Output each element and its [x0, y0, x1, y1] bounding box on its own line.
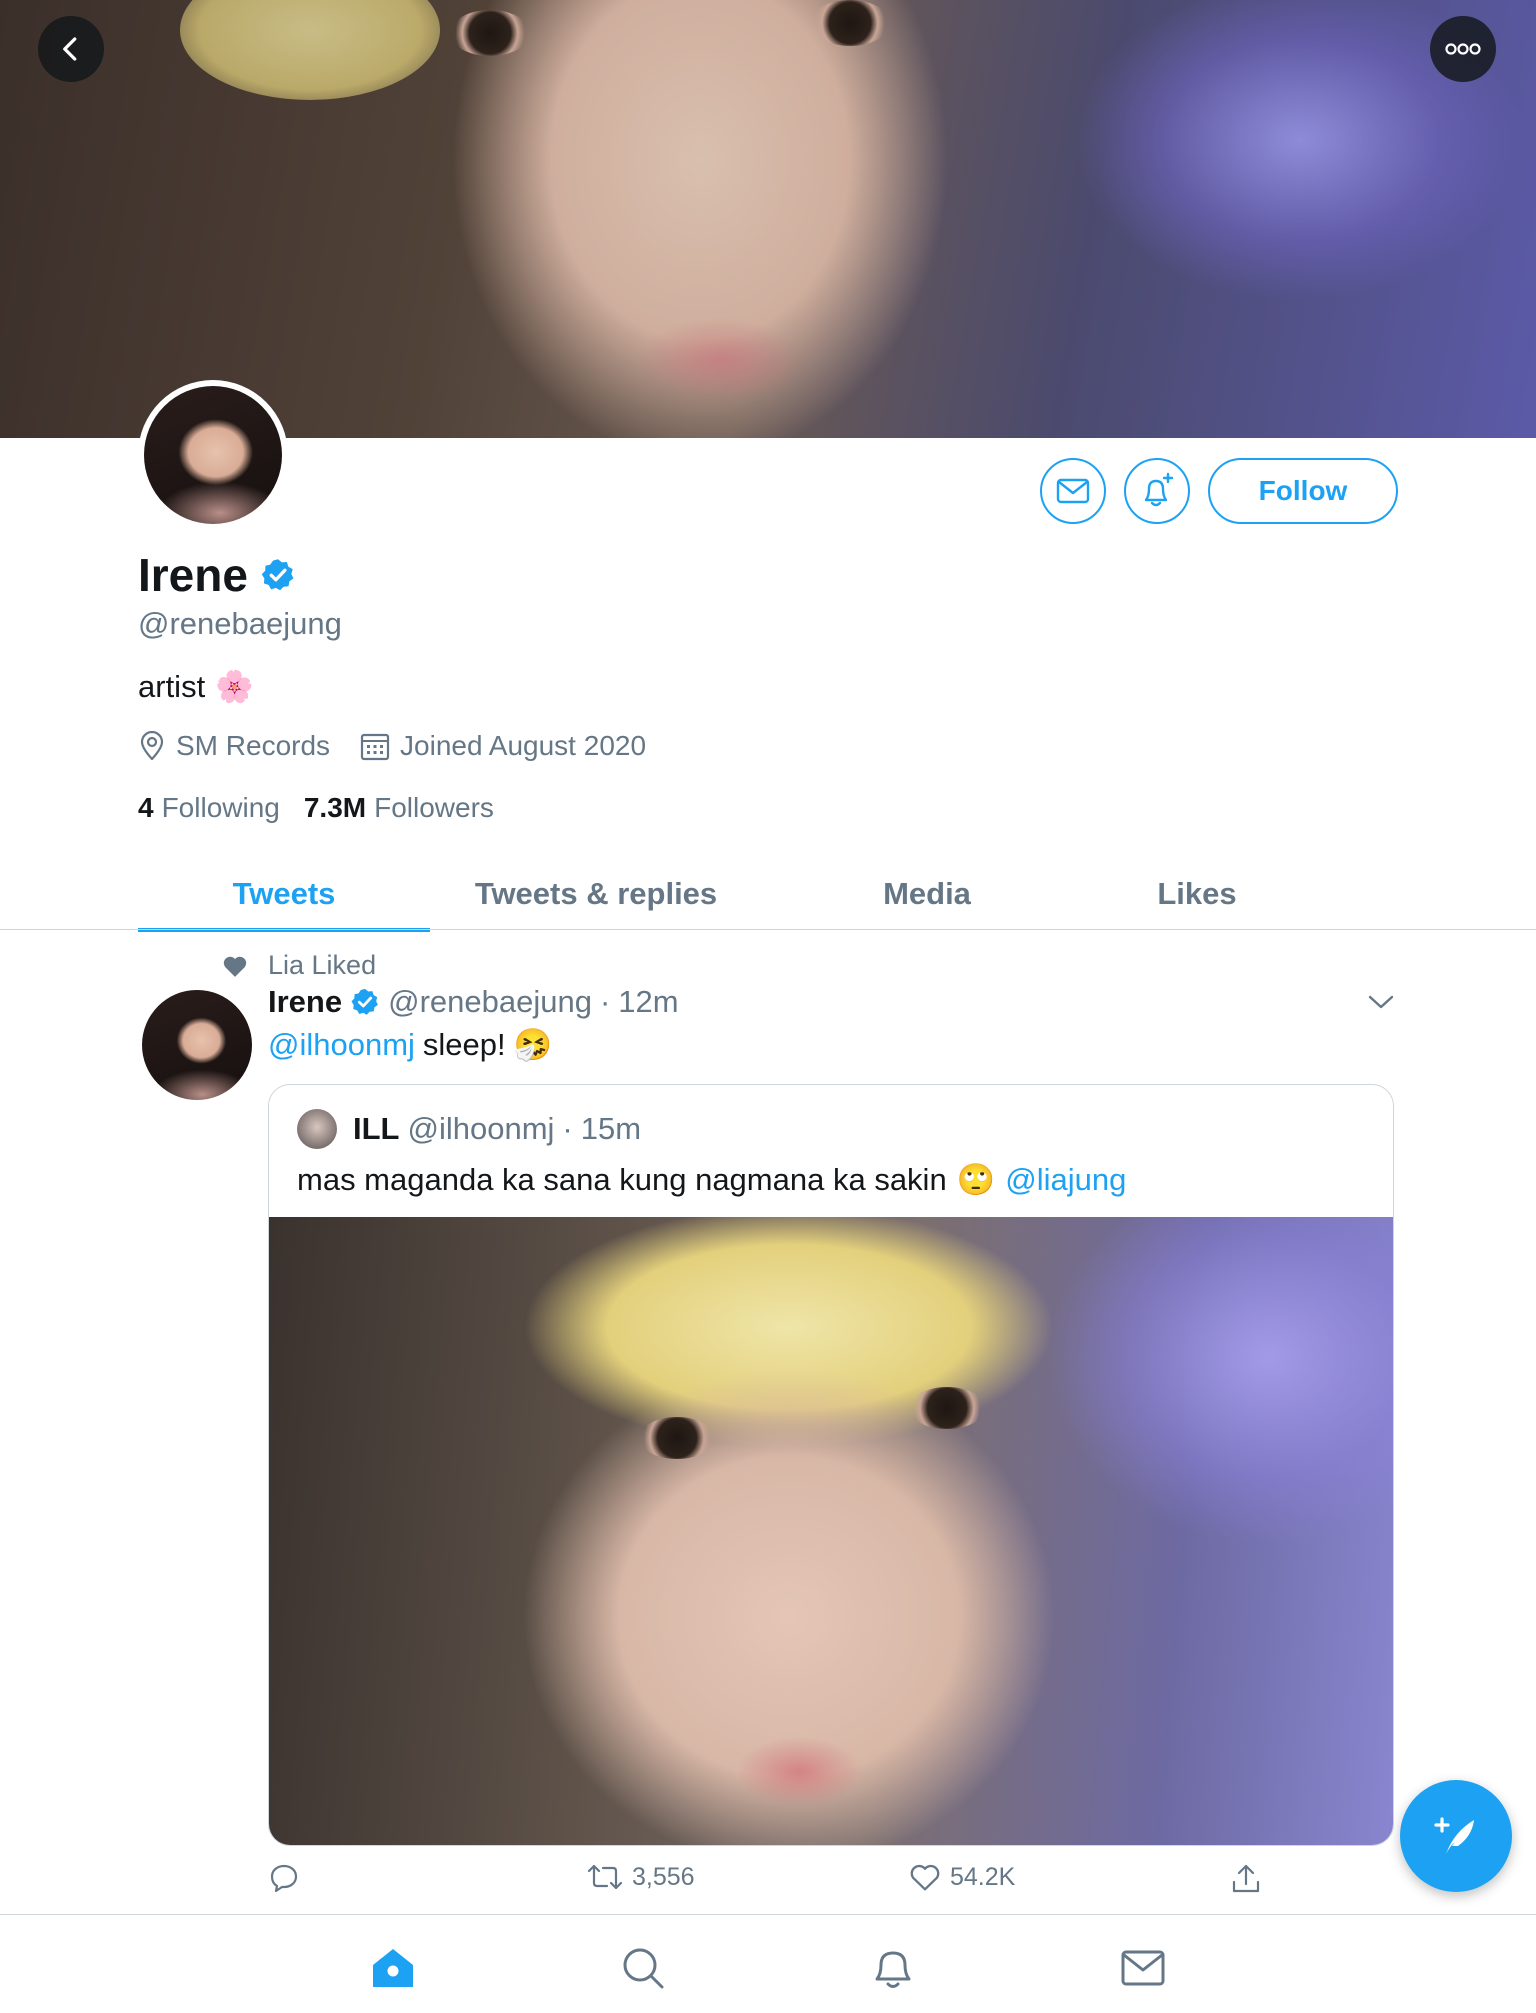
retweet-button[interactable]: 3,556: [586, 1862, 695, 1892]
more-horizontal-icon: [1445, 43, 1481, 55]
profile-joined: Joined August 2020: [360, 730, 646, 762]
tweet-menu-button[interactable]: [1366, 992, 1396, 1017]
tab-tweets-replies[interactable]: Tweets & replies: [430, 858, 762, 930]
quoted-body: mas maganda ka sana kung nagmana ka saki…: [297, 1161, 947, 1197]
sneezing-emoji: 🤧: [513, 1027, 553, 1062]
bio-text: artist: [138, 668, 206, 704]
profile-avatar[interactable]: [138, 380, 288, 530]
back-button[interactable]: [38, 16, 104, 82]
quoted-tweet-text: mas maganda ka sana kung nagmana ka saki…: [297, 1161, 1126, 1198]
profile-banner[interactable]: [0, 0, 1536, 438]
profile-name: Irene: [138, 549, 248, 601]
message-button[interactable]: [1040, 458, 1106, 524]
share-button[interactable]: [1230, 1862, 1262, 1896]
tweet-body: sleep!: [422, 1026, 506, 1062]
chevron-left-icon: [63, 37, 77, 61]
bell-plus-icon: [1144, 472, 1174, 507]
heart-icon: [910, 1864, 940, 1891]
tweet-author-handle: @renebaejung: [388, 984, 592, 1019]
quoted-author-name: ILL: [353, 1111, 400, 1146]
bottom-navigation: [0, 1914, 1536, 2013]
quoted-author-handle: @ilhoonmj: [407, 1111, 555, 1146]
banner-eye-right: [810, 0, 890, 46]
banner-hat-shape: [180, 0, 440, 100]
chevron-down-icon: [1368, 995, 1394, 1009]
quoted-tweet[interactable]: ILL @ilhoonmj · 15m mas maganda ka sana …: [268, 1084, 1394, 1846]
profile-bio: artist 🌸: [138, 668, 254, 705]
tweet-time: 12m: [618, 984, 679, 1019]
tweet-header: Irene @renebaejung · 12m: [268, 984, 679, 1020]
followers-link[interactable]: 7.3M Followers: [304, 792, 494, 824]
like-button[interactable]: 54.2K: [908, 1862, 1015, 1892]
tab-media[interactable]: Media: [762, 858, 1092, 930]
verified-badge-icon: [351, 988, 378, 1015]
social-context: Lia Liked: [222, 950, 376, 981]
compose-feather-icon: [1434, 1817, 1474, 1854]
quoted-mention[interactable]: @liajung: [1005, 1162, 1126, 1198]
verified-badge-icon: [261, 559, 294, 591]
quoted-separator: ·: [562, 1111, 573, 1146]
quoted-time: 15m: [580, 1111, 642, 1146]
profile-location: SM Records: [138, 730, 330, 762]
compose-tweet-button[interactable]: [1400, 1780, 1512, 1892]
share-icon: [1232, 1864, 1260, 1893]
profile-counts: 4 Following 7.3M Followers: [138, 792, 494, 824]
avatar-image: [144, 386, 282, 524]
tweet-author-avatar[interactable]: [142, 990, 252, 1100]
banner-eye-left: [450, 10, 530, 56]
profile-name-row: Irene: [138, 548, 296, 602]
quoted-author-avatar: [297, 1109, 337, 1149]
home-icon: [373, 1949, 413, 1987]
location-pin-icon: [140, 731, 164, 761]
nav-messages[interactable]: [1118, 1943, 1168, 1993]
tweet-mention[interactable]: @ilhoonmj: [268, 1027, 415, 1063]
media-eye-left: [639, 1417, 715, 1459]
profile-meta: SM Records Joined August 2020: [138, 730, 676, 762]
eye-roll-emoji: 🙄: [956, 1162, 996, 1197]
reply-button[interactable]: [268, 1862, 308, 1894]
following-link[interactable]: 4 Following: [138, 792, 280, 824]
quoted-tweet-header: ILL @ilhoonmj · 15m: [297, 1109, 641, 1149]
calendar-icon: [360, 733, 390, 761]
retweet-icon: [587, 1864, 623, 1890]
tweet-author-name[interactable]: Irene: [268, 984, 342, 1020]
notifications-icon: [875, 1951, 911, 1988]
quoted-tweet-image[interactable]: [269, 1217, 1393, 1845]
nav-notifications[interactable]: [868, 1943, 918, 1993]
heart-filled-icon: [223, 956, 247, 977]
nav-search[interactable]: [618, 1943, 668, 1993]
more-button[interactable]: [1430, 16, 1496, 82]
profile-tabs: Tweets Tweets & replies Media Likes: [138, 858, 1398, 932]
tweet-text: @ilhoonmj sleep! 🤧: [268, 1026, 552, 1063]
follow-button[interactable]: Follow: [1208, 458, 1398, 524]
media-eye-right: [909, 1387, 985, 1429]
tweet-actions: 3,556 54.2K: [268, 1862, 1268, 1906]
reply-icon: [270, 1864, 298, 1893]
nav-home[interactable]: [368, 1943, 418, 1993]
notify-button[interactable]: [1124, 458, 1190, 524]
cherry-blossom-emoji: 🌸: [215, 669, 254, 704]
mail-icon: [1056, 478, 1090, 504]
tweet-separator: ·: [599, 984, 611, 1019]
tab-tweets[interactable]: Tweets: [138, 858, 430, 932]
profile-handle: @renebaejung: [138, 606, 342, 641]
tabs-divider: [0, 929, 1536, 930]
tab-likes[interactable]: Likes: [1092, 858, 1302, 930]
messages-icon: [1121, 1950, 1165, 1986]
search-icon: [623, 1948, 664, 1989]
